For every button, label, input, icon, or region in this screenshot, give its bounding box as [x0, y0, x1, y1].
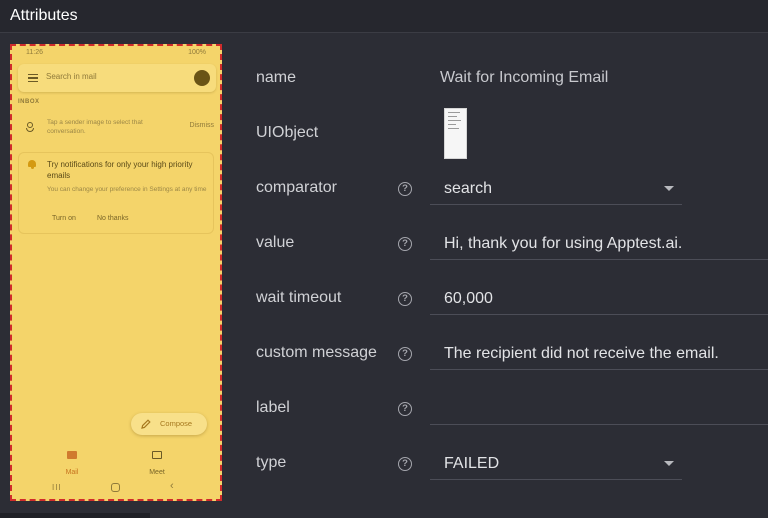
nav-meet[interactable]: Meet — [139, 448, 175, 479]
card-title: Try notifications for only your high pri… — [47, 160, 193, 180]
status-bar: 11:26 100% — [12, 46, 220, 60]
notification-card: Try notifications for only your high pri… — [18, 152, 214, 234]
wait-timeout-label: wait timeout — [256, 289, 342, 306]
label-label: label — [256, 399, 290, 416]
home-icon[interactable] — [111, 483, 120, 492]
screenshot-preview[interactable]: 11:26 100% Search in mail INBOX Tap a se… — [10, 44, 222, 501]
nav-mail-label: Mail — [65, 469, 79, 476]
panel-title: Attributes — [10, 7, 78, 24]
help-icon[interactable]: ? — [398, 182, 412, 196]
help-icon[interactable]: ? — [398, 237, 412, 251]
avatar[interactable] — [194, 70, 210, 86]
back-icon[interactable]: ‹ — [170, 480, 174, 492]
dismiss-button[interactable]: Dismiss — [190, 122, 215, 129]
panel-header: Attributes — [0, 0, 768, 33]
label-input[interactable] — [430, 392, 768, 425]
uiobject-thumbnail[interactable] — [444, 108, 467, 159]
tip-text: Tap a sender image to select that conver… — [47, 119, 143, 135]
nav-meet-label: Meet — [149, 469, 165, 476]
uiobject-label: UIObject — [256, 124, 319, 141]
wait-timeout-value: 60,000 — [444, 290, 493, 307]
sender-tip: Tap a sender image to select that conver… — [18, 116, 216, 142]
turn-on-button[interactable]: Turn on — [52, 215, 76, 222]
value-input[interactable]: Hi, thank you for using Apptest.ai. — [430, 227, 768, 260]
name-value: Wait for Incoming Email — [440, 69, 609, 86]
name-label: name — [256, 69, 297, 86]
menu-icon[interactable] — [28, 74, 38, 83]
compose-button[interactable]: Compose — [131, 413, 207, 435]
wait-timeout-input[interactable]: 60,000 — [430, 282, 768, 315]
custom-message-input[interactable]: The recipient did not receive the email. — [430, 337, 768, 370]
recents-icon[interactable]: III — [52, 483, 62, 492]
mail-search-bar[interactable]: Search in mail — [18, 64, 216, 92]
status-time: 11:26 — [26, 49, 43, 56]
comparator-select[interactable]: search — [430, 172, 682, 205]
inbox-label: INBOX — [18, 99, 40, 105]
bell-icon — [28, 160, 36, 169]
video-icon — [152, 451, 162, 459]
compose-label: Compose — [160, 419, 193, 428]
card-subtitle: You can change your preference in Settin… — [47, 186, 207, 193]
help-icon[interactable]: ? — [398, 292, 412, 306]
pencil-icon — [141, 419, 151, 429]
no-thanks-button[interactable]: No thanks — [97, 215, 129, 222]
status-battery: 100% — [188, 49, 206, 56]
person-icon — [26, 122, 34, 134]
value-text: Hi, thank you for using Apptest.ai. — [444, 235, 683, 252]
help-icon[interactable]: ? — [398, 347, 412, 361]
nav-mail[interactable]: Mail — [54, 448, 90, 479]
type-value: FAILED — [444, 455, 500, 472]
scrollbar[interactable] — [0, 513, 150, 518]
comparator-label: comparator — [256, 179, 337, 196]
help-icon[interactable]: ? — [398, 457, 412, 471]
value-label: value — [256, 234, 295, 251]
chevron-down-icon — [664, 461, 674, 466]
comparator-value: search — [444, 180, 493, 197]
chevron-down-icon — [664, 186, 674, 191]
system-nav-bar: III ‹ — [12, 478, 220, 496]
mail-icon — [67, 451, 77, 459]
type-select[interactable]: FAILED — [430, 447, 682, 480]
type-label: type — [256, 454, 287, 471]
mail-search-placeholder: Search in mail — [46, 72, 97, 81]
custom-message-label: custom message — [256, 344, 377, 361]
custom-message-value: The recipient did not receive the email. — [444, 345, 719, 362]
help-icon[interactable]: ? — [398, 402, 412, 416]
